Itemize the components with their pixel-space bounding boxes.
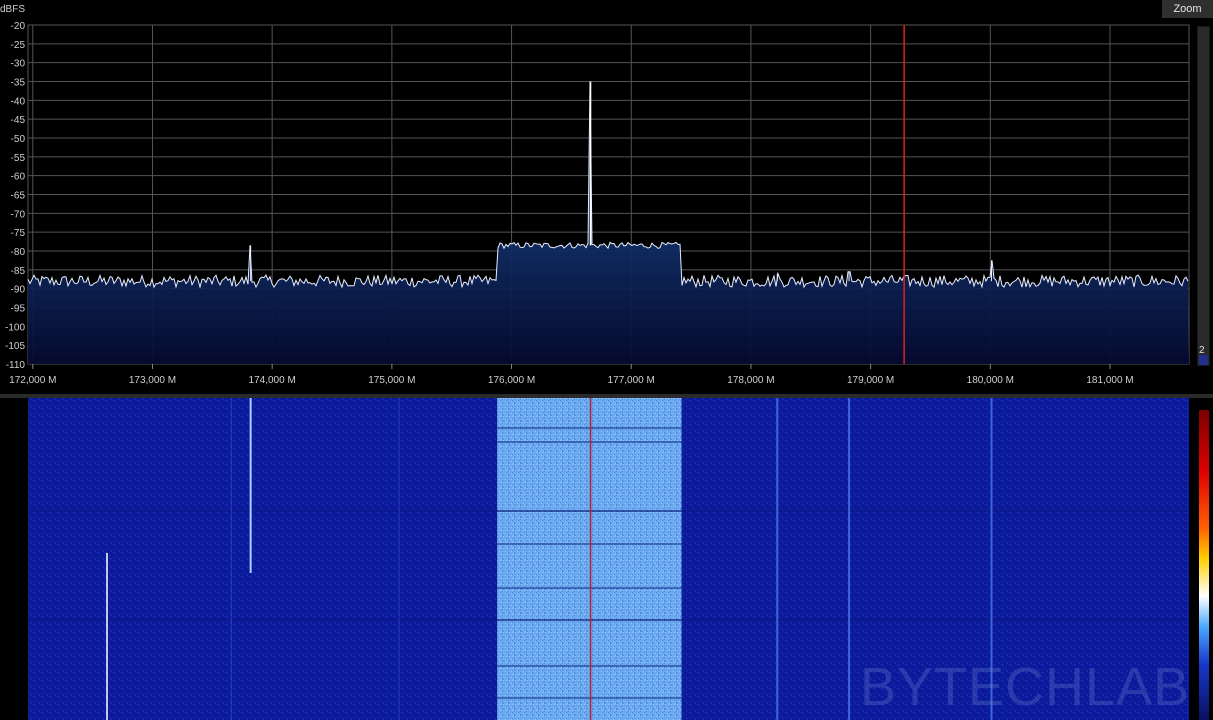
spectrum-plot[interactable]: -20 -25 -30 -35 -40 -45 -50 -55 -60 -65 -70 -75 -80 -… — [0, 0, 1213, 394]
freq-tick-label: 181,000 M — [1086, 375, 1133, 386]
waterfall-band-noise — [497, 398, 682, 720]
db-tick-label: -60 — [11, 172, 26, 183]
zoom-level: 2 — [1199, 345, 1205, 356]
db-tick-label: -110 — [6, 360, 26, 371]
db-tick-label: -70 — [11, 209, 26, 220]
db-tick-label: -80 — [11, 247, 26, 258]
freq-tick-label: 177,000 M — [608, 375, 655, 386]
db-tick-label: -45 — [11, 115, 26, 126]
db-tick-label: -85 — [11, 266, 26, 277]
freq-tick-label: 176,000 M — [488, 375, 535, 386]
db-tick-label: -90 — [11, 285, 26, 296]
db-tick-label: -30 — [11, 59, 26, 70]
spectrum-panel[interactable]: -20 -25 -30 -35 -40 -45 -50 -55 -60 -65 -70 -75 -80 -… — [0, 0, 1213, 394]
db-tick-label: -105 — [5, 341, 25, 352]
freq-tick-label: 180,000 M — [967, 375, 1014, 386]
freq-tick-label: 172,000 M — [9, 375, 56, 386]
zoom-slider[interactable] — [1197, 26, 1210, 366]
waterfall-panel[interactable]: BYTECHLAB — [0, 398, 1213, 720]
freq-tick-label: 174,000 M — [249, 375, 296, 386]
unit-label: dBFS — [0, 4, 26, 15]
freq-tick-label: 179,000 M — [847, 375, 894, 386]
db-tick-label: -35 — [11, 78, 26, 89]
waterfall-colorbar — [1199, 410, 1209, 720]
zoom-slider-thumb[interactable] — [1199, 355, 1208, 365]
db-tick-label: -100 — [5, 322, 25, 333]
watermark: BYTECHLAB — [860, 657, 1191, 717]
db-tick-label: -65 — [11, 191, 26, 202]
freq-tick-label: 173,000 M — [129, 375, 176, 386]
db-tick-label: -55 — [11, 153, 26, 164]
zoom-button[interactable]: Zoom — [1162, 0, 1213, 18]
db-tick-label: -50 — [11, 134, 26, 145]
db-tick-label: -20 — [11, 21, 26, 32]
freq-tick-label: 175,000 M — [368, 375, 415, 386]
db-tick-label: -95 — [11, 304, 26, 315]
freq-tick-label: 178,000 M — [727, 375, 774, 386]
db-tick-label: -25 — [11, 40, 26, 51]
db-tick-label: -75 — [11, 228, 26, 239]
db-tick-label: -40 — [11, 96, 26, 107]
